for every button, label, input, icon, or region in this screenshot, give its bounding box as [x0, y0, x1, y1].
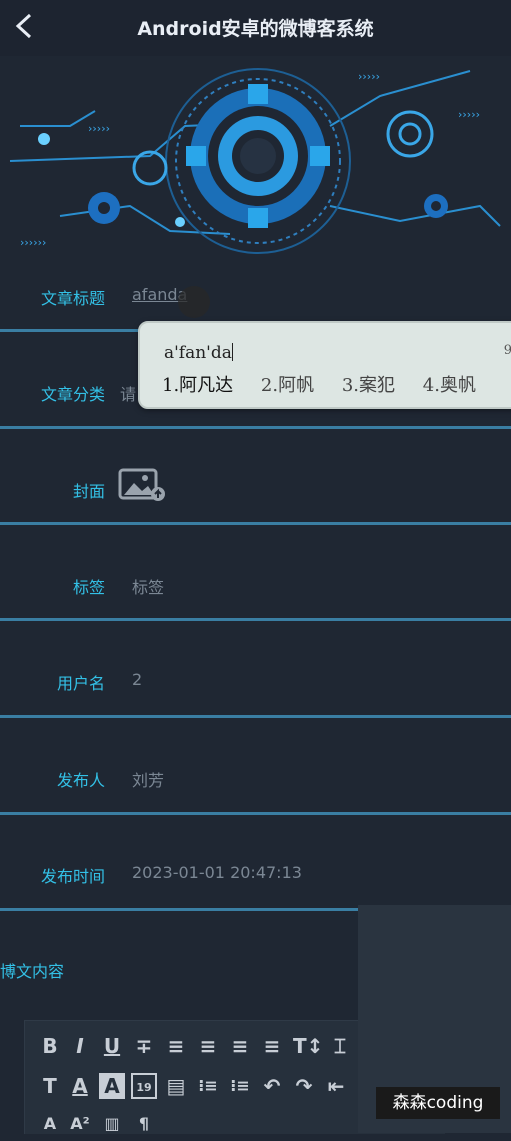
touch-indicator — [178, 286, 210, 318]
clipboard-icon[interactable]: ▤ — [163, 1073, 189, 1099]
superscript-icon[interactable]: A² — [67, 1111, 93, 1137]
publisher-label: 发布人 — [56, 771, 105, 790]
ime-candidate[interactable]: 4.奥帆 — [423, 375, 476, 396]
svg-text:›››››: ››››› — [358, 70, 380, 83]
ordered-list-icon[interactable]: ⁝≡ — [195, 1073, 221, 1099]
main-gear-icon — [186, 84, 330, 228]
publisher-value[interactable]: 刘芳 — [132, 767, 164, 791]
unordered-list-icon[interactable]: ⁝≡ — [227, 1073, 253, 1099]
svg-text:›››››: ››››› — [88, 122, 110, 135]
background-color-icon[interactable]: A — [99, 1073, 125, 1099]
tags-input[interactable]: 标签 — [132, 574, 164, 598]
paragraph-icon[interactable]: ¶ — [131, 1111, 157, 1137]
font-size-icon[interactable]: T — [37, 1073, 63, 1099]
gear-banner-illustration: ››››› ›››››› ››››› ››››› — [9, 68, 501, 254]
bold-icon[interactable]: B — [37, 1033, 63, 1059]
italic-icon[interactable]: I — [67, 1033, 93, 1059]
divider — [0, 426, 511, 429]
image-upload-icon[interactable] — [118, 466, 166, 504]
username-value[interactable]: 2 — [132, 670, 142, 689]
line-height-icon[interactable]: T↕ — [293, 1033, 323, 1059]
cover-label: 封面 — [72, 482, 105, 501]
ime-corner-text: 9 — [503, 343, 511, 358]
strikethrough-icon[interactable]: ∓ — [131, 1033, 157, 1059]
category-label: 文章分类 — [40, 385, 105, 404]
ime-pinyin-value: a'fan'da — [164, 343, 232, 363]
category-select[interactable]: 请 — [120, 381, 136, 405]
align-justify-icon[interactable]: ≡ — [259, 1033, 285, 1059]
divider — [0, 522, 511, 525]
ime-candidate-popup: a'fan'da 9 1.阿凡达 2.阿帆 3.案犯 4.奥帆 — [138, 321, 511, 409]
ime-candidate[interactable]: 2.阿帆 — [261, 375, 314, 396]
redo-icon[interactable]: ↷ — [291, 1073, 317, 1099]
ime-candidate[interactable]: 1.阿凡达 — [162, 375, 233, 396]
app-header: Android安卓的微博客系统 — [0, 0, 511, 56]
underline-icon[interactable]: U — [99, 1033, 125, 1059]
align-right-icon[interactable]: ≡ — [227, 1033, 253, 1059]
watermark: 森森coding — [376, 1087, 500, 1119]
svg-text:››››››: ›››››› — [20, 236, 46, 249]
ime-pinyin-text: a'fan'da — [164, 343, 233, 363]
calendar-icon[interactable]: 19 — [131, 1073, 157, 1099]
font-color-icon[interactable]: A — [67, 1073, 93, 1099]
content-label: 博文内容 — [0, 962, 65, 981]
svg-text:›››››: ››››› — [458, 108, 480, 121]
undo-icon[interactable]: ↶ — [259, 1073, 285, 1099]
table-icon[interactable]: ▥ — [99, 1111, 125, 1137]
outdent-icon[interactable]: ⇤ — [323, 1073, 349, 1099]
text-cursor-icon[interactable]: ⌶ — [327, 1033, 353, 1059]
divider — [0, 715, 511, 718]
title-label: 文章标题 — [40, 289, 105, 308]
tags-label: 标签 — [72, 578, 105, 597]
font-size-down-icon[interactable]: A — [37, 1111, 63, 1137]
align-left-icon[interactable]: ≡ — [163, 1033, 189, 1059]
divider — [0, 618, 511, 621]
publish-time-value[interactable]: 2023-01-01 20:47:13 — [132, 863, 302, 882]
align-center-icon[interactable]: ≡ — [195, 1033, 221, 1059]
page-title: Android安卓的微博客系统 — [137, 18, 374, 40]
publish-time-label: 发布时间 — [40, 867, 105, 886]
text-caret — [231, 343, 233, 361]
divider — [0, 812, 511, 815]
ime-candidate-list: 1.阿凡达 2.阿帆 3.案犯 4.奥帆 — [162, 371, 498, 397]
ime-candidate[interactable]: 3.案犯 — [342, 375, 395, 396]
username-label: 用户名 — [56, 674, 105, 693]
